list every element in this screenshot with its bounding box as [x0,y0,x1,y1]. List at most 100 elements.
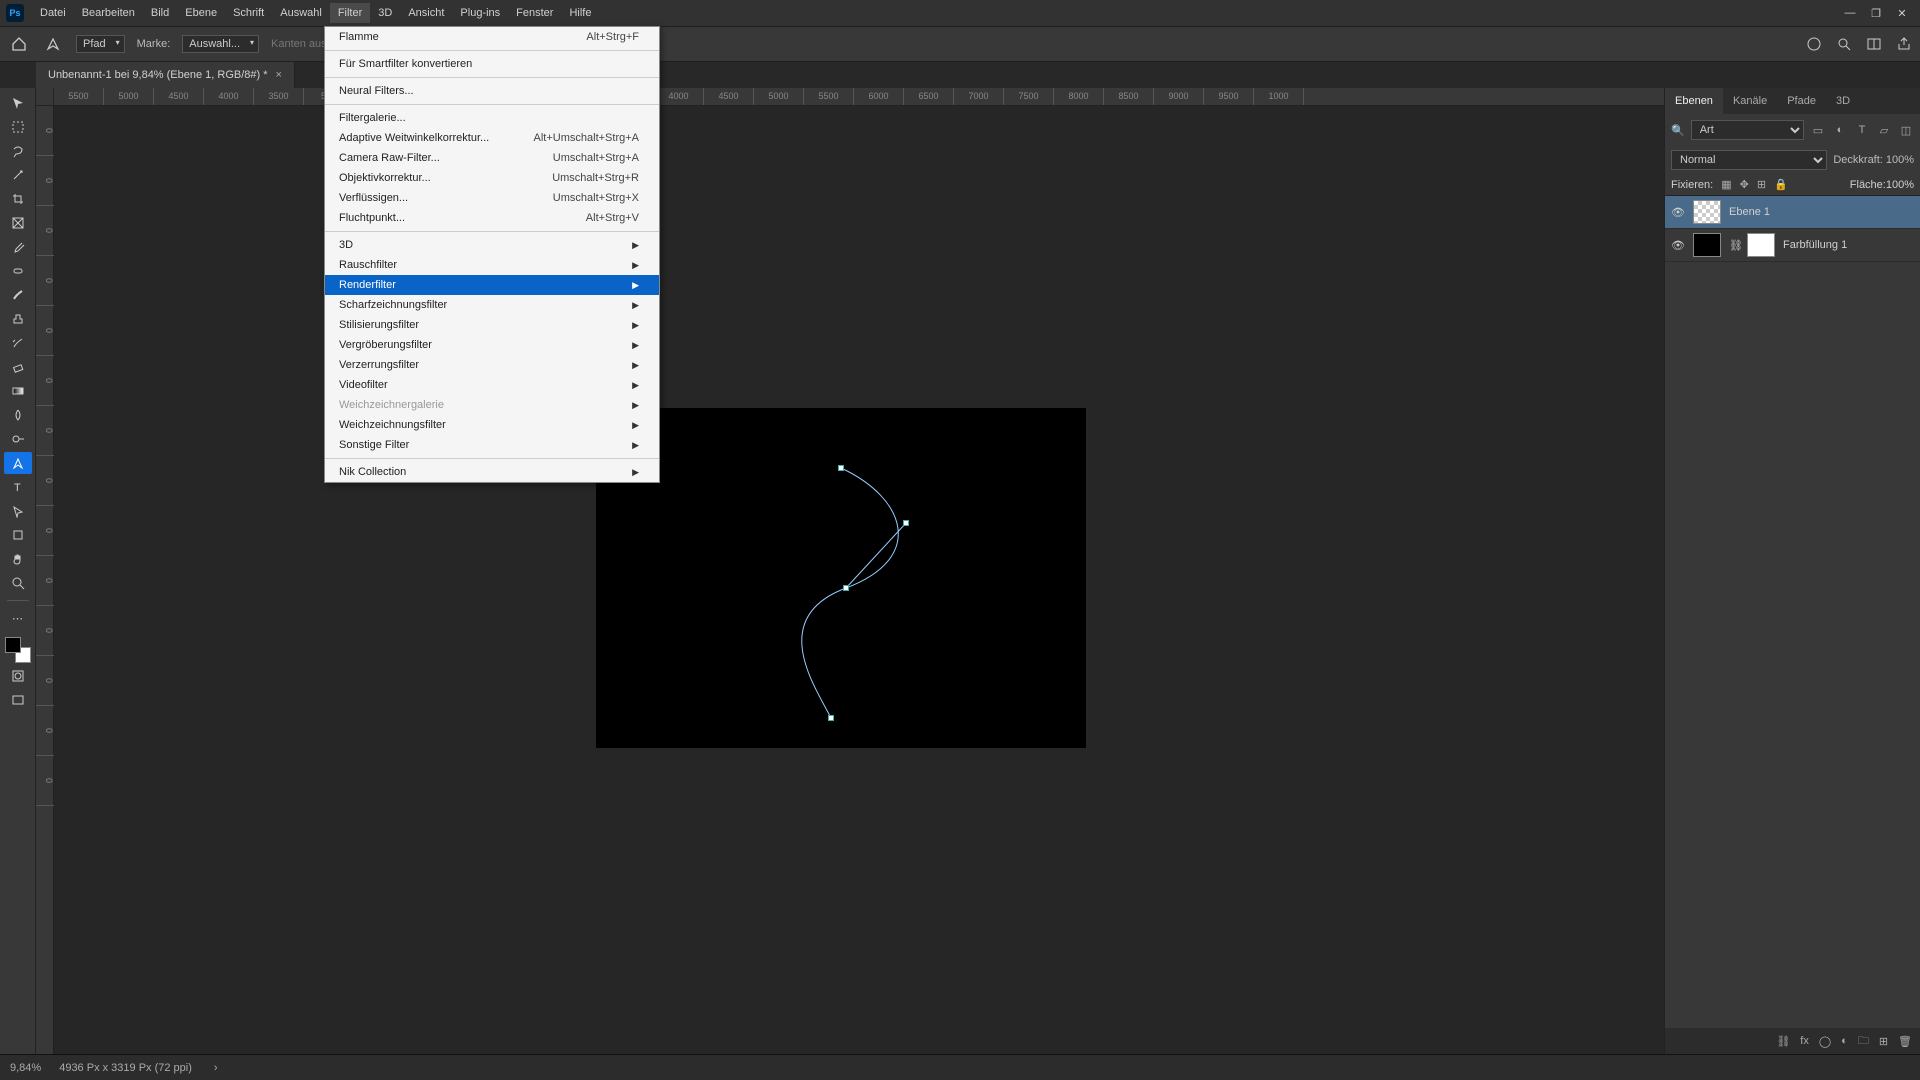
brush-tool[interactable] [4,284,32,306]
layer-name[interactable]: Ebene 1 [1729,206,1770,218]
layer-row[interactable]: 👁 ⛓ Farbfüllung 1 [1665,229,1920,262]
filter-item[interactable]: Filtergalerie... [325,108,659,128]
filter-item[interactable]: Stilisierungsfilter▶ [325,315,659,335]
lock-pixels-icon[interactable]: ▦ [1721,178,1731,191]
hand-tool[interactable] [4,548,32,570]
menu-ebene[interactable]: Ebene [177,3,225,23]
eraser-tool[interactable] [4,356,32,378]
filter-adjust-icon[interactable]: ◐ [1832,122,1848,138]
menu-schrift[interactable]: Schrift [225,3,272,23]
document-tab-close-icon[interactable]: × [276,69,282,81]
tab-3d[interactable]: 3D [1826,88,1860,114]
filter-item[interactable]: 3D▶ [325,235,659,255]
menu-fenster[interactable]: Fenster [508,3,561,23]
zoom-tool[interactable] [4,572,32,594]
layer-mask-thumbnail[interactable] [1747,233,1775,257]
make-select[interactable]: Auswahl... [182,35,259,53]
filter-item[interactable]: Renderfilter▶ [325,275,659,295]
lock-all-icon[interactable]: 🔒 [1774,178,1788,191]
visibility-icon[interactable]: 👁 [1671,239,1685,252]
home-button[interactable] [8,33,30,55]
menu-hilfe[interactable]: Hilfe [561,3,599,23]
filter-item[interactable]: Camera Raw-Filter...Umschalt+Strg+A [325,148,659,168]
ruler-vertical[interactable]: 00000000000000 [36,106,54,1054]
filter-smart-icon[interactable]: ◫ [1898,122,1914,138]
workspace-icon[interactable] [1866,36,1882,52]
menu-filter[interactable]: Filter [330,3,370,23]
fx-icon[interactable]: fx [1800,1035,1809,1047]
screenmode-icon[interactable] [4,689,32,711]
layer-thumbnail[interactable] [1693,200,1721,224]
blend-mode-select[interactable]: Normal [1671,150,1827,170]
menu-plugins[interactable]: Plug-ins [452,3,508,23]
filter-item[interactable]: Objektivkorrektur...Umschalt+Strg+R [325,168,659,188]
adjustment-icon[interactable]: ◐ [1841,1035,1848,1047]
history-brush-tool[interactable] [4,332,32,354]
doc-info[interactable]: 4936 Px x 3319 Px (72 ppi) [59,1062,192,1074]
layer-row[interactable]: 👁 Ebene 1 [1665,196,1920,229]
ruler-origin[interactable] [36,88,54,106]
filter-item[interactable]: Fluchtpunkt...Alt+Strg+V [325,208,659,228]
direction-point[interactable] [903,520,909,526]
filter-item[interactable]: Videofilter▶ [325,375,659,395]
crop-tool[interactable] [4,188,32,210]
menu-bild[interactable]: Bild [143,3,177,23]
eyedropper-tool[interactable] [4,236,32,258]
marquee-tool[interactable] [4,116,32,138]
opacity-value[interactable]: 100% [1886,154,1914,166]
tab-ebenen[interactable]: Ebenen [1665,88,1723,114]
path-select-tool[interactable] [4,500,32,522]
canvas-area[interactable]: 5500500045004000350050010001500200025003… [36,88,1664,1054]
tab-pfade[interactable]: Pfade [1777,88,1826,114]
shape-tool[interactable] [4,524,32,546]
window-restore-icon[interactable]: ❐ [1870,7,1882,19]
color-swatches[interactable] [5,637,31,663]
ruler-horizontal[interactable]: 5500500045004000350050010001500200025003… [54,88,1664,106]
zoom-value[interactable]: 9,84% [10,1062,41,1074]
tab-kanaele[interactable]: Kanäle [1723,88,1777,114]
anchor-point[interactable] [843,585,849,591]
wand-tool[interactable] [4,164,32,186]
tool-indicator-pen-icon[interactable] [42,33,64,55]
filter-smartconvert[interactable]: Für Smartfilter konvertieren [325,54,659,74]
menu-3d[interactable]: 3D [370,3,400,23]
heal-tool[interactable] [4,260,32,282]
link-layers-icon[interactable]: ⛓ [1776,1035,1790,1048]
filter-item[interactable]: Vergröberungsfilter▶ [325,335,659,355]
lasso-tool[interactable] [4,140,32,162]
gradient-tool[interactable] [4,380,32,402]
quickmask-icon[interactable] [4,665,32,687]
layer-name[interactable]: Farbfüllung 1 [1783,239,1847,251]
group-icon[interactable]: 🗀 [1858,1032,1869,1051]
mask-icon[interactable]: ◯ [1819,1035,1831,1048]
menu-ansicht[interactable]: Ansicht [400,3,452,23]
menu-bearbeiten[interactable]: Bearbeiten [74,3,143,23]
window-close-icon[interactable]: ✕ [1896,7,1908,19]
filter-neural[interactable]: Neural Filters... [325,81,659,101]
filter-item[interactable]: Adaptive Weitwinkelkorrektur...Alt+Umsch… [325,128,659,148]
layer-thumbnail[interactable] [1693,233,1721,257]
filter-item[interactable]: Scharfzeichnungsfilter▶ [325,295,659,315]
visibility-icon[interactable]: 👁 [1671,206,1685,219]
filter-image-icon[interactable]: ▭ [1810,122,1826,138]
path-mode-select[interactable]: Pfad [76,35,125,53]
search-icon[interactable] [1836,36,1852,52]
mask-link-icon[interactable]: ⛓ [1729,239,1739,252]
document-canvas[interactable] [596,408,1086,748]
filter-item[interactable]: Weichzeichnungsfilter▶ [325,415,659,435]
dodge-tool[interactable] [4,428,32,450]
filter-item[interactable]: Sonstige Filter▶ [325,435,659,455]
doc-info-chevron-icon[interactable]: › [214,1062,218,1074]
lock-position-icon[interactable]: ✥ [1740,178,1749,191]
filter-item[interactable]: Rauschfilter▶ [325,255,659,275]
foreground-color-swatch[interactable] [5,637,21,653]
frame-tool[interactable] [4,212,32,234]
menu-auswahl[interactable]: Auswahl [272,3,330,23]
blur-tool[interactable] [4,404,32,426]
type-tool[interactable]: T [4,476,32,498]
cloud-docs-icon[interactable] [1806,36,1822,52]
new-layer-icon[interactable]: ⊞ [1879,1035,1888,1048]
filter-item[interactable]: Verflüssigen...Umschalt+Strg+X [325,188,659,208]
layer-filter-kind[interactable]: Art [1691,120,1804,140]
filter-type-icon[interactable]: T [1854,122,1870,138]
